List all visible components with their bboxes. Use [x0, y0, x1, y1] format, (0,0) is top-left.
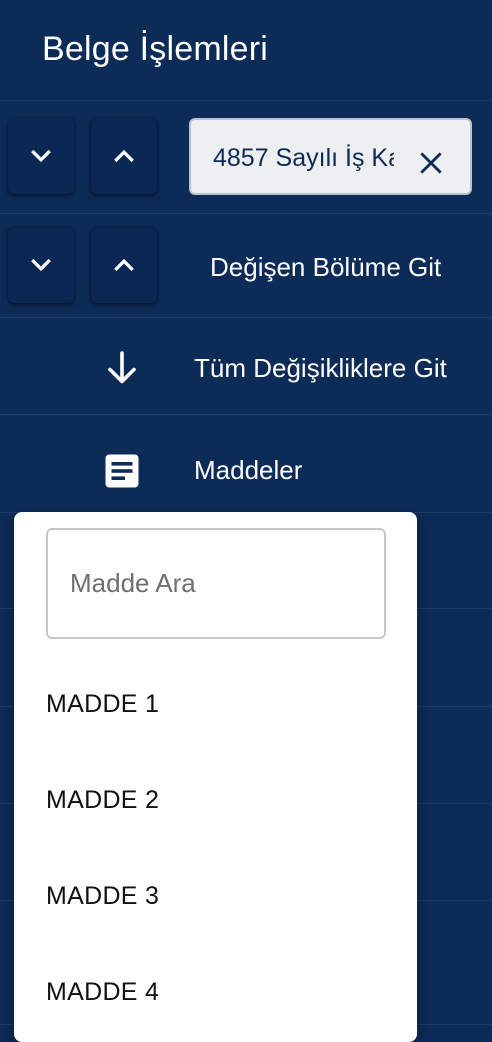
- previous-change-button[interactable]: [91, 227, 157, 303]
- next-result-button[interactable]: [8, 118, 74, 194]
- divider: [0, 100, 492, 101]
- document-icon: [105, 454, 139, 488]
- articles-menu-label[interactable]: Maddeler: [194, 455, 302, 486]
- article-search-input[interactable]: [70, 530, 360, 637]
- divider: [0, 317, 492, 318]
- law-chip-label: 4857 Sayılı İş Kanunu: [213, 144, 394, 172]
- changed-section-link[interactable]: Değişen Bölüme Git: [210, 252, 441, 283]
- law-search-chip[interactable]: 4857 Sayılı İş Kanunu: [189, 118, 472, 195]
- next-change-button[interactable]: [8, 227, 74, 303]
- articles-dropdown: MADDE 1 MADDE 2 MADDE 3 MADDE 4: [14, 512, 417, 1042]
- article-item-4[interactable]: MADDE 4: [46, 978, 159, 1007]
- divider: [0, 213, 492, 214]
- chevron-up-icon: [114, 258, 134, 272]
- chevron-up-icon: [114, 149, 134, 163]
- chevron-down-icon: [31, 149, 51, 163]
- panel-title: Belge İşlemleri: [42, 30, 268, 68]
- article-item-3[interactable]: MADDE 3: [46, 882, 159, 911]
- previous-result-button[interactable]: [91, 118, 157, 194]
- divider: [0, 414, 492, 415]
- all-changes-link[interactable]: Tüm Değişikliklere Git: [194, 353, 447, 384]
- article-item-2[interactable]: MADDE 2: [46, 786, 159, 815]
- chevron-down-icon: [31, 258, 51, 272]
- arrow-down-icon[interactable]: [104, 350, 140, 386]
- article-search-box: [46, 528, 386, 639]
- article-item-1[interactable]: MADDE 1: [46, 690, 159, 719]
- close-icon[interactable]: [418, 150, 444, 176]
